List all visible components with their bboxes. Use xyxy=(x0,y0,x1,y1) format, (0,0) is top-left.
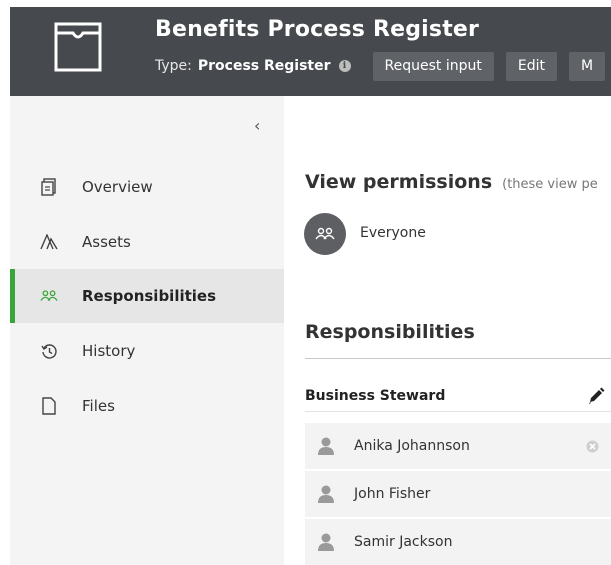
view-permissions-title: View permissions xyxy=(305,171,493,193)
history-icon xyxy=(40,342,58,360)
sidebar-item-assets[interactable]: Assets xyxy=(10,215,284,269)
person-name: Samir Jackson xyxy=(354,534,453,550)
main-content: View permissions (these view pe Everyone … xyxy=(284,96,611,565)
pencil-icon[interactable] xyxy=(586,386,606,406)
file-icon xyxy=(40,397,58,415)
remove-icon[interactable] xyxy=(586,440,599,453)
everyone-avatar xyxy=(304,213,346,255)
sidebar-item-label: Overview xyxy=(82,178,153,196)
view-permissions-subtitle: (these view pe xyxy=(502,177,598,192)
responsibilities-title: Responsibilities xyxy=(305,321,475,343)
sidebar: ‹ Overview Assets Responsibilities Histo… xyxy=(10,96,284,565)
person-row[interactable]: John Fisher xyxy=(305,471,611,518)
sidebar-item-files[interactable]: Files xyxy=(10,379,284,433)
process-register-logo-icon xyxy=(54,22,102,72)
info-icon[interactable]: i xyxy=(338,60,351,72)
collapse-sidebar-icon[interactable]: ‹ xyxy=(254,116,260,135)
edit-button[interactable]: Edit xyxy=(505,51,557,81)
page-title: Benefits Process Register xyxy=(155,17,480,42)
person-row[interactable]: Samir Jackson xyxy=(305,519,611,565)
type-label: Type: xyxy=(155,58,192,74)
sidebar-item-overview[interactable]: Overview xyxy=(10,160,284,214)
divider xyxy=(305,358,611,359)
active-indicator xyxy=(10,269,15,323)
sidebar-item-label: Responsibilities xyxy=(82,287,217,305)
person-row[interactable]: Anika Johannson xyxy=(305,423,611,470)
sidebar-item-label: History xyxy=(82,342,136,360)
request-input-button[interactable]: Request input xyxy=(372,51,494,81)
sidebar-item-responsibilities[interactable]: Responsibilities xyxy=(10,269,284,323)
group-icon xyxy=(315,227,335,240)
type-value: Process Register xyxy=(197,58,331,74)
people-icon xyxy=(40,287,58,305)
user-icon xyxy=(318,533,334,551)
role-row: Business Steward xyxy=(305,380,611,412)
view-permissions-heading: View permissions (these view pe xyxy=(305,171,598,193)
everyone-label: Everyone xyxy=(360,225,426,241)
more-button[interactable]: M xyxy=(568,51,606,81)
sidebar-item-label: Assets xyxy=(82,233,131,251)
user-icon xyxy=(318,437,334,455)
type-row: Type: Process Register i Request input E… xyxy=(155,51,606,81)
document-icon xyxy=(40,178,58,196)
person-name: John Fisher xyxy=(354,486,431,502)
user-icon xyxy=(318,485,334,503)
sidebar-item-label: Files xyxy=(82,397,115,415)
sidebar-item-history[interactable]: History xyxy=(10,324,284,378)
page-header: Benefits Process Register Type: Process … xyxy=(10,7,611,96)
app-window: Benefits Process Register Type: Process … xyxy=(10,7,611,565)
role-label: Business Steward xyxy=(305,387,446,404)
assets-icon xyxy=(40,233,58,251)
person-name: Anika Johannson xyxy=(354,438,470,454)
